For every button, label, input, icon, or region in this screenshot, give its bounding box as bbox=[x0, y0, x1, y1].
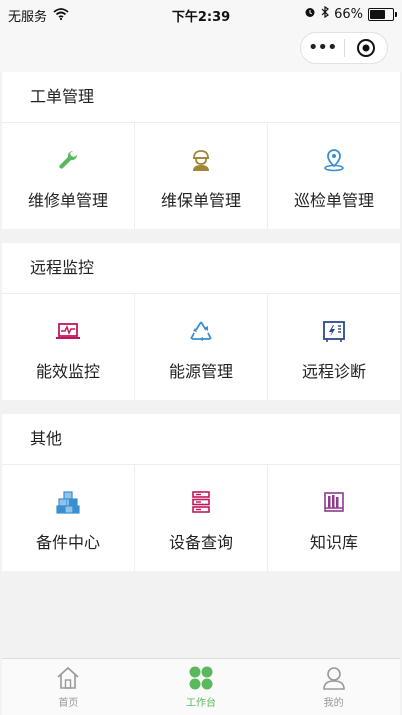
menu-item-energy-management[interactable]: 能源管理 bbox=[135, 294, 268, 400]
section-remote-monitoring: 远程监控 能效监控 能源管理 远程诊断 bbox=[2, 243, 400, 400]
menu-item-label: 远程诊断 bbox=[301, 362, 366, 381]
section-title: 远程监控 bbox=[2, 243, 400, 294]
section-title: 其他 bbox=[2, 414, 400, 465]
menu-item-spare-parts[interactable]: 备件中心 bbox=[2, 465, 135, 571]
menu-item-label: 备件中心 bbox=[35, 533, 100, 552]
menu-item-inspection-orders[interactable]: 巡检单管理 bbox=[268, 123, 400, 229]
menu-item-maintenance-orders[interactable]: 维保单管理 bbox=[135, 123, 268, 229]
worker-icon bbox=[188, 147, 214, 173]
tab-label: 首页 bbox=[58, 698, 79, 709]
four-dots-icon bbox=[187, 664, 215, 692]
menu-item-label: 知识库 bbox=[309, 533, 358, 552]
menu-item-label: 能源管理 bbox=[168, 362, 233, 381]
menu-item-knowledge-base[interactable]: 知识库 bbox=[268, 465, 400, 571]
lightning-panel-icon bbox=[321, 318, 347, 344]
section-work-orders: 工单管理 维修单管理 维保单管理 巡检单管理 bbox=[2, 72, 400, 229]
status-bar: 无服务 下午2:39 66% bbox=[0, 0, 402, 28]
menu-item-label: 维修单管理 bbox=[27, 191, 108, 210]
more-button[interactable]: ••• bbox=[301, 33, 344, 63]
recycle-icon bbox=[188, 318, 214, 344]
home-icon bbox=[54, 664, 82, 692]
target-icon bbox=[356, 39, 375, 57]
tab-bar: 首页 工作台 我的 bbox=[2, 658, 400, 715]
menu-item-label: 能效监控 bbox=[35, 362, 100, 381]
menu-item-repair-orders[interactable]: 维修单管理 bbox=[2, 123, 135, 229]
cubes-icon bbox=[55, 489, 81, 515]
bookshelf-icon bbox=[321, 489, 347, 515]
location-pin-icon bbox=[321, 147, 347, 173]
menu-item-label: 维保单管理 bbox=[160, 191, 241, 210]
bluetooth-icon bbox=[321, 5, 330, 22]
navigation-bar: ••• bbox=[0, 28, 402, 72]
menu-item-remote-diagnosis[interactable]: 远程诊断 bbox=[268, 294, 400, 400]
user-icon bbox=[320, 664, 348, 692]
menu-item-label: 巡检单管理 bbox=[293, 191, 374, 210]
alarm-icon bbox=[304, 6, 316, 22]
tab-workbench[interactable]: 工作台 bbox=[135, 659, 268, 715]
tab-home[interactable]: 首页 bbox=[2, 659, 135, 715]
menu-item-efficiency-monitoring[interactable]: 能效监控 bbox=[2, 294, 135, 400]
section-title: 工单管理 bbox=[2, 72, 400, 123]
laptop-pulse-icon bbox=[55, 318, 81, 344]
section-other: 其他 备件中心 设备查询 知识库 bbox=[2, 414, 400, 571]
mini-program-capsule: ••• bbox=[300, 32, 388, 64]
battery-icon bbox=[368, 7, 397, 21]
workbench-content: 工单管理 维修单管理 维保单管理 巡检单管理 远程监控 能效监控 能源管理 远程… bbox=[2, 72, 400, 585]
server-stack-icon bbox=[188, 489, 214, 515]
menu-item-label: 设备查询 bbox=[168, 533, 233, 552]
tab-label: 我的 bbox=[323, 698, 344, 709]
menu-item-equipment-search[interactable]: 设备查询 bbox=[135, 465, 268, 571]
wrench-icon bbox=[55, 147, 81, 173]
battery-percent-text: 66% bbox=[334, 6, 363, 22]
tab-label: 工作台 bbox=[186, 698, 216, 709]
tab-mine[interactable]: 我的 bbox=[267, 659, 400, 715]
close-mini-program-button[interactable] bbox=[345, 38, 388, 58]
